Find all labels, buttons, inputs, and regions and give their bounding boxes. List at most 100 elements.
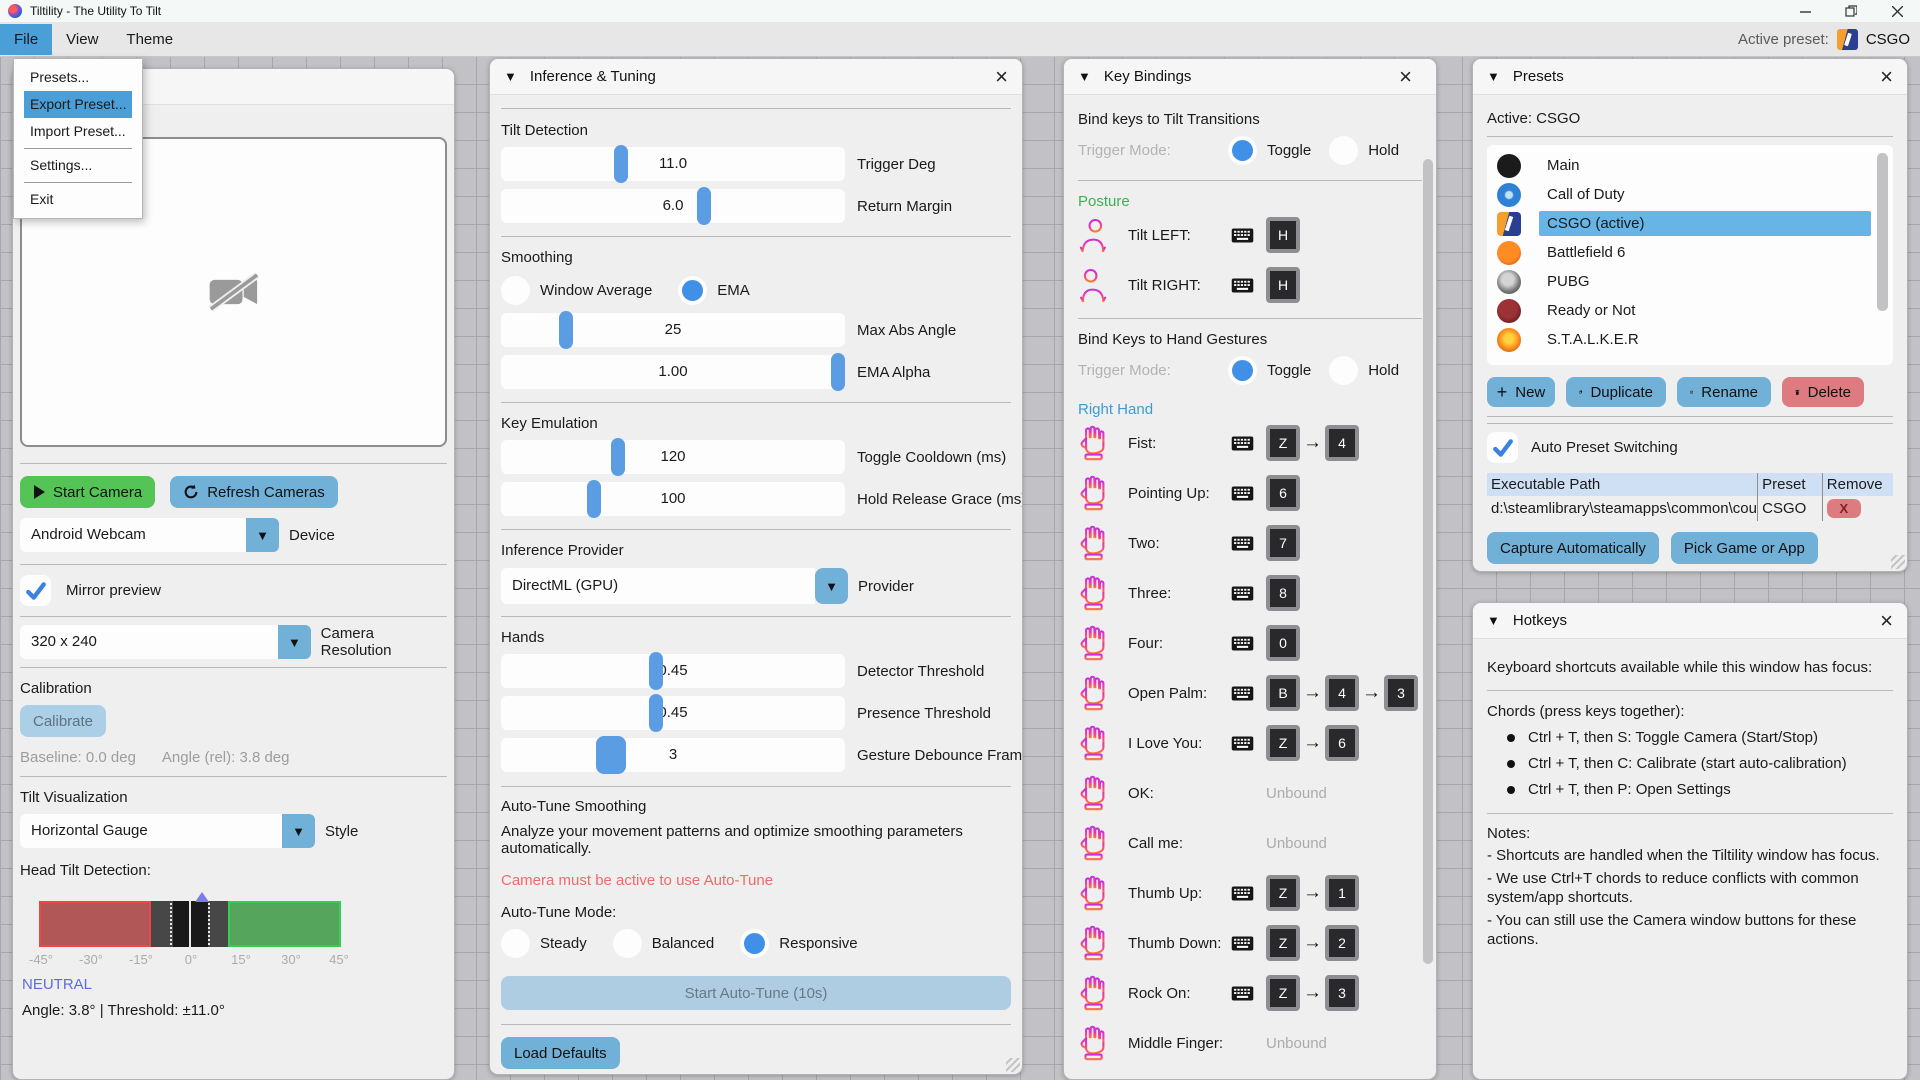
style-value[interactable]: Horizontal Gauge [20,814,282,848]
menu-theme[interactable]: Theme [112,24,187,55]
keycap[interactable]: 0 [1266,625,1300,661]
max-abs-angle-slider[interactable]: 25 [501,313,845,347]
start-autotune-button[interactable]: Start Auto-Tune (10s) [501,976,1011,1010]
minimize-button[interactable] [1782,0,1828,22]
start-camera-button[interactable]: Start Camera [20,476,155,508]
radio-tilt-hold[interactable] [1329,136,1358,165]
preset-name[interactable]: Battlefield 6 [1539,240,1871,265]
chevron-down-icon[interactable]: ▼ [246,518,279,552]
file-menu-exit[interactable]: Exit [24,186,132,213]
preset-name[interactable]: Call of Duty [1539,182,1871,207]
keycap[interactable]: 2 [1325,925,1359,961]
keyboard-icon[interactable] [1231,986,1254,1001]
preset-name[interactable]: Main [1539,153,1871,178]
keyboard-icon[interactable] [1231,936,1254,951]
refresh-cameras-button[interactable]: Refresh Cameras [170,476,338,508]
slider-handle[interactable] [559,311,573,349]
radio-gesture-toggle[interactable] [1228,356,1257,385]
keyboard-icon[interactable] [1231,686,1254,701]
presence-threshold-slider[interactable]: 0.45 [501,696,845,730]
return-margin-slider[interactable]: 6.0 [501,189,845,223]
resolution-combo[interactable]: 320 x 240 ▼ Camera Resolution [20,625,447,659]
column-header-preset[interactable]: Preset [1758,473,1823,496]
slider-handle[interactable] [831,353,845,391]
slider-handle[interactable] [587,480,601,518]
preset-row-pubg[interactable]: PUBG [1487,267,1893,296]
close-icon[interactable]: × [1880,611,1893,631]
column-header-remove[interactable]: Remove [1822,473,1893,496]
scrollbar-thumb[interactable] [1877,153,1888,311]
scrollbar[interactable] [1423,99,1433,1039]
radio-gesture-hold[interactable] [1329,356,1358,385]
hold-release-slider[interactable]: 100 [501,482,845,516]
keyboard-icon[interactable] [1231,586,1254,601]
collapse-icon[interactable]: ▼ [504,69,517,84]
preset-row-csgo-active[interactable]: CSGO (active) [1487,209,1893,238]
column-header-path[interactable]: Executable Path [1487,473,1758,496]
duplicate-preset-button[interactable]: Duplicate [1566,377,1666,407]
keycap[interactable]: Z [1266,725,1300,761]
collapse-icon[interactable]: ▼ [1487,613,1500,628]
keycap[interactable]: 4 [1325,425,1359,461]
new-preset-button[interactable]: +New [1487,377,1555,407]
chevron-down-icon[interactable]: ▼ [815,568,848,604]
preset-row-ready-or-not[interactable]: Ready or Not [1487,296,1893,325]
file-menu-import-preset[interactable]: Import Preset... [24,118,132,145]
preset-name[interactable]: PUBG [1539,269,1871,294]
load-defaults-button[interactable]: Load Defaults [501,1037,620,1069]
style-combo[interactable]: Horizontal Gauge ▼ Style [20,814,447,848]
keyboard-icon[interactable] [1231,736,1254,751]
file-menu-presets[interactable]: Presets... [24,64,132,91]
chevron-down-icon[interactable]: ▼ [282,814,315,848]
file-menu-export-preset[interactable]: Export Preset... [24,91,132,118]
keycap[interactable]: Z [1266,925,1300,961]
menu-file[interactable]: File [0,24,52,55]
trigger-deg-slider[interactable]: 11.0 [501,147,845,181]
keyboard-icon[interactable] [1231,886,1254,901]
collapse-icon[interactable]: ▼ [1078,69,1091,84]
preset-row-s-t-a-l-k-e-r[interactable]: S.T.A.L.K.E.R [1487,325,1893,354]
close-icon[interactable]: × [1399,67,1412,87]
keyboard-icon[interactable] [1231,486,1254,501]
ema-alpha-slider[interactable]: 1.00 [501,355,845,389]
preset-name[interactable]: S.T.A.L.K.E.R [1539,327,1871,352]
calibrate-button[interactable]: Calibrate [20,705,106,737]
close-window-button[interactable] [1874,0,1920,22]
scrollbar-thumb[interactable] [1423,159,1433,964]
menu-view[interactable]: View [52,24,112,55]
slider-handle[interactable] [649,694,663,732]
keyboard-icon[interactable] [1231,278,1254,293]
preset-name[interactable]: CSGO (active) [1539,211,1871,236]
remove-row-button[interactable]: X [1827,499,1861,518]
resolution-value[interactable]: 320 x 240 [20,625,278,659]
collapse-icon[interactable]: ▼ [1487,69,1500,84]
slider-handle[interactable] [614,145,628,183]
preset-name[interactable]: Ready or Not [1539,298,1871,323]
keycap[interactable]: Z [1266,875,1300,911]
radio-tilt-toggle[interactable] [1228,136,1257,165]
provider-combo[interactable]: DirectML (GPU) ▼ Provider [501,568,1011,604]
capture-automatically-button[interactable]: Capture Automatically [1487,532,1659,564]
scrollbar[interactable] [1877,153,1888,357]
keycap[interactable]: 7 [1266,525,1300,561]
detector-threshold-slider[interactable]: 0.45 [501,654,845,688]
maximize-button[interactable] [1828,0,1874,22]
keycap[interactable]: Z [1266,975,1300,1011]
keycap[interactable]: 3 [1325,975,1359,1011]
keycap[interactable]: 1 [1325,875,1359,911]
delete-preset-button[interactable]: Delete [1782,377,1864,407]
keycap[interactable]: B [1266,675,1300,711]
auto-preset-switching-checkbox[interactable] [1487,432,1518,463]
keyboard-icon[interactable] [1231,228,1254,243]
keycap[interactable]: Z [1266,425,1300,461]
device-combo[interactable]: Android Webcam ▼ Device [20,518,447,552]
keyboard-icon[interactable] [1231,436,1254,451]
radio-steady[interactable] [501,929,530,958]
keycap[interactable]: 6 [1325,725,1359,761]
keycap[interactable]: 8 [1266,575,1300,611]
chevron-down-icon[interactable]: ▼ [278,625,310,659]
keycap[interactable]: 6 [1266,475,1300,511]
provider-value[interactable]: DirectML (GPU) [501,568,815,604]
keycap[interactable]: 3 [1384,675,1418,711]
pick-game-button[interactable]: Pick Game or App [1671,532,1818,564]
